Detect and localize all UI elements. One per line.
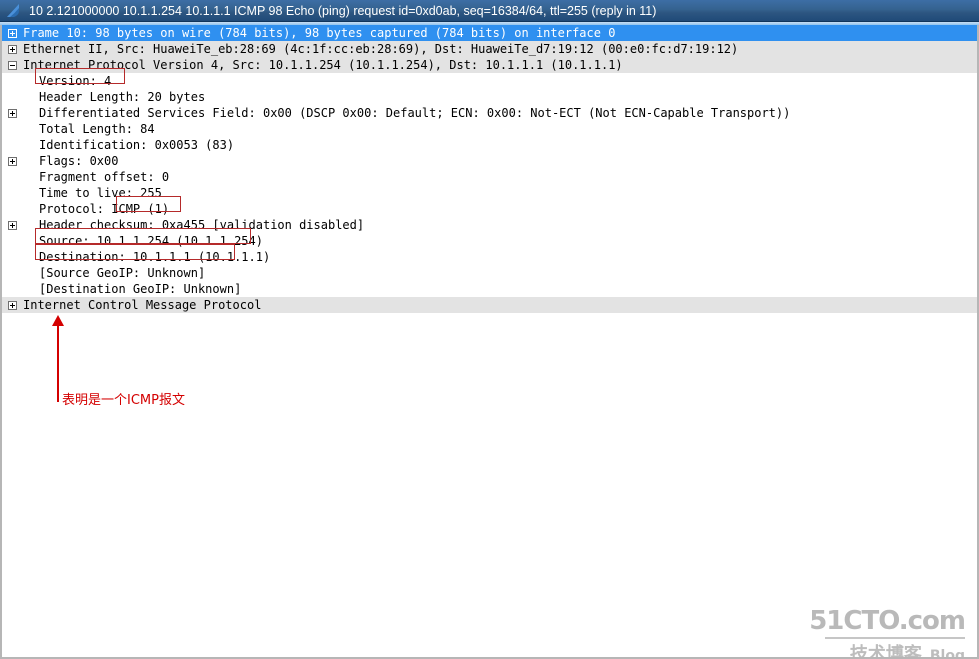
window-title: 10 2.121000000 10.1.1.254 10.1.1.1 ICMP … [29,3,657,18]
annotation-note-text: 表明是一个ICMP报文 [62,393,185,408]
watermark-blog-cn: 技术博客 [849,644,922,659]
ip-field-destination-geoip[interactable]: [Destination GeoIP: Unknown] [2,281,977,297]
packet-detail-row-label: Header checksum: 0xa455 [validation disa… [39,218,365,232]
watermark-blog-en: Blog [929,648,965,659]
ip-field-destination[interactable]: Destination: 10.1.1.1 (10.1.1.1) [2,249,977,265]
annotation-arrow-shaft [57,325,59,402]
ip-field-version[interactable]: Version: 4 [2,73,977,89]
packet-detail-row-label: Ethernet II, Src: HuaweiTe_eb:28:69 (4c:… [23,42,739,56]
ip-field-fragment-offset[interactable]: Fragment offset: 0 [2,169,977,185]
packet-detail-row-label: Total Length: 84 [39,122,155,136]
ip-field-dsfield[interactable]: Differentiated Services Field: 0x00 (DSC… [2,105,977,121]
watermark-51cto: 51CTO.com [809,606,966,636]
packet-detail-ethernet[interactable]: Ethernet II, Src: HuaweiTe_eb:28:69 (4c:… [2,41,977,57]
packet-detail-row-label: [Source GeoIP: Unknown] [39,266,206,280]
packet-detail-icmp[interactable]: Internet Control Message Protocol [2,297,977,313]
packet-detail-ipv4[interactable]: Internet Protocol Version 4, Src: 10.1.1… [2,57,977,73]
expand-plus-icon[interactable] [8,301,17,310]
packet-detail-row-label: Frame 10: 98 bytes on wire (784 bits), 9… [23,26,616,40]
expand-plus-icon[interactable] [8,109,17,118]
packet-detail-row-label: Time to live: 255 [39,186,162,200]
ip-field-flags[interactable]: Flags: 0x00 [2,153,977,169]
packet-detail-tree[interactable]: Frame 10: 98 bytes on wire (784 bits), 9… [2,25,977,313]
watermark-divider [825,637,965,639]
ip-field-header-checksum[interactable]: Header checksum: 0xa455 [validation disa… [2,217,977,233]
collapse-minus-icon[interactable] [8,61,17,70]
packet-detail-row-label: Flags: 0x00 [39,154,119,168]
ip-field-header-length[interactable]: Header Length: 20 bytes [2,89,977,105]
packet-detail-row-label: Identification: 0x0053 (83) [39,138,235,152]
packet-detail-pane: Frame 10: 98 bytes on wire (784 bits), 9… [0,25,979,659]
packet-detail-row-label: Internet Control Message Protocol [23,298,262,312]
wireshark-shark-fin-icon [5,3,25,19]
wireshark-packet-detail-window: 10 2.121000000 10.1.1.254 10.1.1.1 ICMP … [0,0,979,659]
expand-plus-icon[interactable] [8,45,17,54]
ip-field-total-length[interactable]: Total Length: 84 [2,121,977,137]
packet-detail-row-label: Header Length: 20 bytes [39,90,206,104]
ip-field-identification[interactable]: Identification: 0x0053 (83) [2,137,977,153]
packet-detail-frame[interactable]: Frame 10: 98 bytes on wire (784 bits), 9… [2,25,977,41]
ip-field-ttl[interactable]: Time to live: 255 [2,185,977,201]
ip-field-source-geoip[interactable]: [Source GeoIP: Unknown] [2,265,977,281]
packet-detail-row-label: Internet Protocol Version 4, Src: 10.1.1… [23,58,623,72]
packet-detail-row-label: [Destination GeoIP: Unknown] [39,282,242,296]
packet-detail-row-label: Protocol: ICMP (1) [39,202,170,216]
watermark-blog: 技术博客 Blog [849,640,965,659]
packet-detail-row-label: Source: 10.1.1.254 (10.1.1.254) [39,234,263,248]
expand-plus-icon[interactable] [8,221,17,230]
expand-plus-icon[interactable] [8,157,17,166]
window-titlebar: 10 2.121000000 10.1.1.254 10.1.1.1 ICMP … [0,0,979,22]
packet-detail-row-label: Version: 4 [39,74,112,88]
packet-detail-row-label: Destination: 10.1.1.1 (10.1.1.1) [39,250,271,264]
expand-plus-icon[interactable] [8,29,17,38]
packet-detail-row-label: Fragment offset: 0 [39,170,170,184]
ip-field-source[interactable]: Source: 10.1.1.254 (10.1.1.254) [2,233,977,249]
ip-field-protocol[interactable]: Protocol: ICMP (1) [2,201,977,217]
packet-detail-row-label: Differentiated Services Field: 0x00 (DSC… [39,106,791,120]
